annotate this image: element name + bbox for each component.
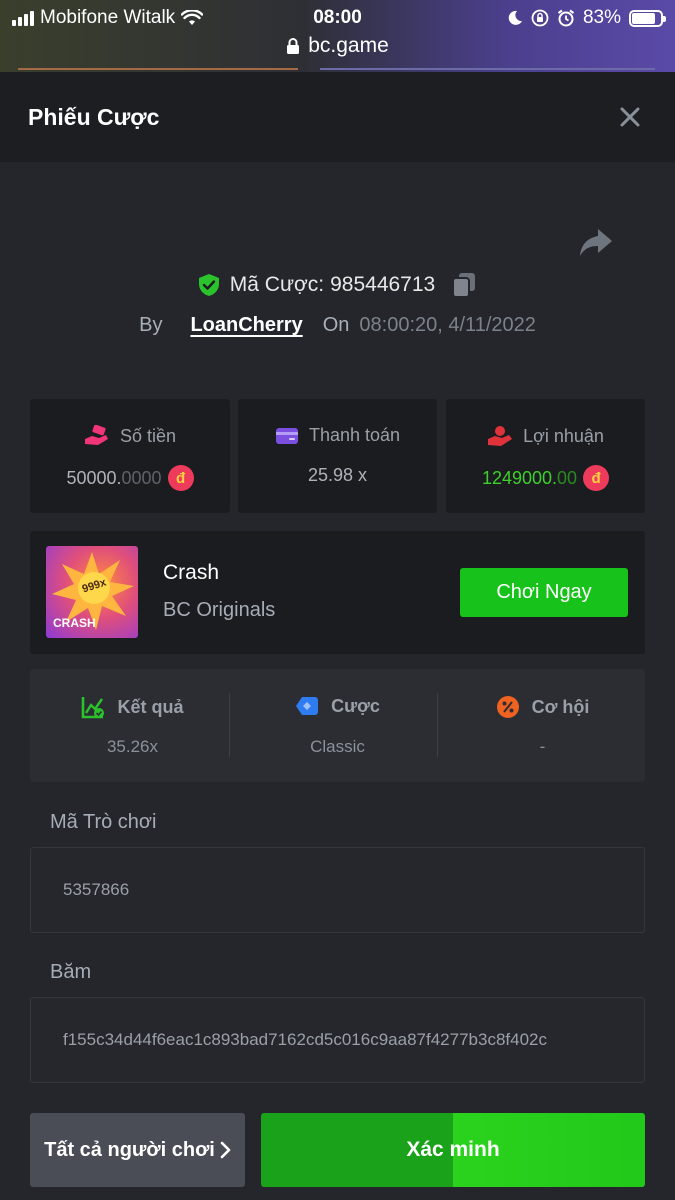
payout-value: 25.98 x [307,465,368,485]
currency-coin-icon: đ [583,465,610,491]
amount-value: 50000. [66,467,122,488]
game-provider: BC Originals [163,599,276,621]
chevron-right-icon [220,1141,231,1159]
lock-icon [287,38,300,54]
url-text: bc.game [308,34,389,57]
username-link[interactable]: LoanCherry [190,314,302,337]
on-label: On [322,314,350,336]
game-id-value: 5357866 [63,880,130,899]
chance-label: Cơ hội [531,696,590,717]
hash-field[interactable]: f155c34d44f6eac1c893bad7162cd5c016c9aa87… [30,997,645,1083]
payout-label: Thanh toán [308,425,401,445]
all-players-label: Tất cả người chơi [44,1138,215,1161]
address-bar[interactable]: bc.game [0,34,675,58]
moon-icon [508,10,522,25]
amount-value-decimals: 0000 [121,467,162,488]
divider [229,693,230,757]
shield-check-icon [198,274,219,296]
by-label: By [139,314,163,336]
bet-info-card: Kết quả 35.26x Cược Classic Cơ hội - [30,669,645,782]
share-icon[interactable] [578,226,614,258]
battery-icon [629,9,666,27]
play-now-button[interactable]: Chơi Ngay [460,568,628,617]
bet-id-value: 985446713 [330,273,436,296]
game-card: 999x CRASH Crash BC Originals Chơi Ngay [30,531,645,654]
divider [437,693,438,757]
modal-header: Phiếu Cược [0,72,675,162]
credit-card-icon [275,427,298,444]
status-bar: Mobifone Witalk 08:00 83% bc.game [0,0,675,72]
chance-value: - [539,737,546,756]
game-id-label: Mã Trò chơi [50,811,157,833]
profit-value-decimals: 00 [557,467,578,488]
page-title: Phiếu Cược [28,104,160,130]
result-value: 35.26x [106,737,159,756]
currency-coin-icon: đ [167,465,194,491]
percent-icon [496,696,519,718]
all-players-button[interactable]: Tất cả người chơi [30,1113,245,1187]
profit-label: Lợi nhuận [523,425,604,446]
result-label: Kết quả [117,696,184,717]
bet-id-label: Mã Cược: [229,273,325,296]
game-name: Crash [163,561,220,584]
game-thumbnail[interactable]: 999x CRASH [46,546,138,638]
game-id-field[interactable]: 5357866 [30,847,645,933]
bet-type-value: Classic [310,737,365,756]
battery-percent: 83% [582,7,621,28]
bet-type-label: Cược [331,695,380,716]
copy-icon[interactable] [451,272,477,298]
profit-value: 1249000. [481,467,558,488]
bet-meta: By LoanCherry On 08:00:20, 4/11/2022 [0,314,675,337]
bet-timestamp: 08:00:20, 4/11/2022 [359,314,536,336]
chart-check-icon [82,697,105,719]
verify-button[interactable]: Xác minh [261,1113,645,1187]
payout-card: Thanh toán 25.98 x [238,399,437,513]
profit-hand-icon [488,426,513,446]
bet-tag-icon [296,697,319,715]
rotation-lock-icon [531,9,549,27]
close-icon[interactable] [615,102,645,132]
battery-level [632,12,656,24]
amount-label: Số tiền [119,425,177,446]
game-thumb-label: CRASH [53,616,96,630]
money-hand-icon [84,425,108,445]
hash-value: f155c34d44f6eac1c893bad7162cd5c016c9aa87… [63,1030,547,1049]
profit-card: Lợi nhuận 1249000.00 đ [446,399,645,513]
amount-card: Số tiền 50000.0000 đ [30,399,230,513]
hash-label: Băm [50,961,92,983]
alarm-icon [557,9,575,27]
bet-id-row: Mã Cược: 985446713 [0,272,675,298]
